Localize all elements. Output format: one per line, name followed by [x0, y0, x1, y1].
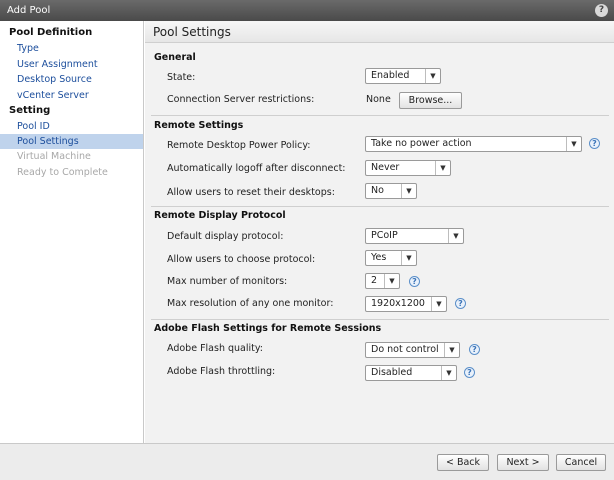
- section-adobe-flash-title: Adobe Flash Settings for Remote Sessions: [154, 323, 382, 334]
- flash-quality-label: Adobe Flash quality:: [167, 343, 263, 354]
- divider: [151, 206, 609, 207]
- max-resolution-select[interactable]: 1920x1200 ▼: [365, 296, 447, 312]
- help-icon[interactable]: ?: [455, 298, 466, 309]
- sidebar-item-user-assignment[interactable]: User Assignment: [17, 59, 98, 70]
- state-select[interactable]: Enabled ▼: [365, 68, 441, 84]
- chevron-down-icon: ▼: [444, 343, 459, 357]
- back-button[interactable]: < Back: [437, 454, 489, 471]
- section-general-title: General: [154, 52, 196, 63]
- default-protocol-select[interactable]: PCoIP ▼: [365, 228, 464, 244]
- sidebar-group-setting: Setting: [9, 105, 51, 116]
- window-titlebar: Add Pool ?: [0, 0, 614, 21]
- page-title: Pool Settings: [145, 21, 614, 43]
- logoff-label: Automatically logoff after disconnect:: [167, 163, 346, 174]
- max-resolution-value: 1920x1200: [371, 298, 425, 309]
- next-button[interactable]: Next >: [497, 454, 549, 471]
- max-monitors-value: 2: [371, 275, 378, 286]
- wizard-footer: < Back Next > Cancel: [0, 443, 614, 480]
- max-resolution-label: Max resolution of any one monitor:: [167, 298, 334, 309]
- divider: [151, 115, 609, 116]
- divider: [151, 319, 609, 320]
- chevron-down-icon: ▼: [448, 229, 463, 243]
- choose-protocol-value: Yes: [371, 252, 387, 263]
- state-label: State:: [167, 72, 196, 83]
- cancel-button[interactable]: Cancel: [556, 454, 606, 471]
- help-icon[interactable]: ?: [589, 138, 600, 149]
- flash-quality-select[interactable]: Do not control ▼: [365, 342, 460, 358]
- logoff-select[interactable]: Never ▼: [365, 160, 451, 176]
- section-display-protocol-title: Remote Display Protocol: [154, 210, 286, 221]
- browse-button[interactable]: Browse...: [399, 92, 462, 109]
- flash-throttling-value: Disabled: [371, 367, 413, 378]
- logoff-value: Never: [371, 162, 400, 173]
- chevron-down-icon: ▼: [441, 366, 456, 380]
- power-policy-label: Remote Desktop Power Policy:: [167, 140, 311, 151]
- help-icon[interactable]: ?: [595, 4, 608, 17]
- help-icon[interactable]: ?: [469, 344, 480, 355]
- sidebar-item-virtual-machine: Virtual Machine: [17, 151, 91, 162]
- connection-server-label: Connection Server restrictions:: [167, 94, 315, 105]
- reset-desktops-select[interactable]: No ▼: [365, 183, 417, 199]
- choose-protocol-select[interactable]: Yes ▼: [365, 250, 417, 266]
- connection-server-value: None: [366, 94, 391, 105]
- flash-throttling-label: Adobe Flash throttling:: [167, 366, 276, 377]
- wizard-sidebar: Pool Definition Type User Assignment Des…: [0, 21, 144, 443]
- reset-desktops-value: No: [371, 185, 384, 196]
- sidebar-item-type[interactable]: Type: [17, 43, 39, 54]
- sidebar-item-desktop-source[interactable]: Desktop Source: [17, 74, 92, 85]
- help-icon[interactable]: ?: [464, 367, 475, 378]
- help-icon[interactable]: ?: [409, 276, 420, 287]
- section-remote-settings-title: Remote Settings: [154, 120, 244, 131]
- window-title: Add Pool: [7, 5, 51, 16]
- reset-desktops-label: Allow users to reset their desktops:: [167, 187, 335, 198]
- chevron-down-icon: ▼: [401, 251, 416, 265]
- chevron-down-icon: ▼: [566, 137, 581, 151]
- sidebar-item-vcenter-server[interactable]: vCenter Server: [17, 90, 89, 101]
- chevron-down-icon: ▼: [384, 274, 399, 288]
- chevron-down-icon: ▼: [425, 69, 440, 83]
- main-panel: Pool Settings General State: Enabled ▼ C…: [145, 21, 614, 443]
- max-monitors-label: Max number of monitors:: [167, 276, 288, 287]
- power-policy-select[interactable]: Take no power action ▼: [365, 136, 582, 152]
- default-protocol-label: Default display protocol:: [167, 231, 284, 242]
- sidebar-item-pool-settings[interactable]: Pool Settings: [0, 134, 143, 149]
- chevron-down-icon: ▼: [431, 297, 446, 311]
- max-monitors-select[interactable]: 2 ▼: [365, 273, 400, 289]
- choose-protocol-label: Allow users to choose protocol:: [167, 254, 316, 265]
- chevron-down-icon: ▼: [435, 161, 450, 175]
- power-policy-value: Take no power action: [371, 138, 472, 149]
- default-protocol-value: PCoIP: [371, 230, 398, 241]
- flash-quality-value: Do not control: [371, 344, 439, 355]
- sidebar-item-pool-id[interactable]: Pool ID: [17, 121, 50, 132]
- flash-throttling-select[interactable]: Disabled ▼: [365, 365, 457, 381]
- sidebar-group-pool-definition: Pool Definition: [9, 27, 93, 38]
- sidebar-item-ready-to-complete: Ready to Complete: [17, 167, 108, 178]
- chevron-down-icon: ▼: [401, 184, 416, 198]
- state-select-value: Enabled: [371, 70, 410, 81]
